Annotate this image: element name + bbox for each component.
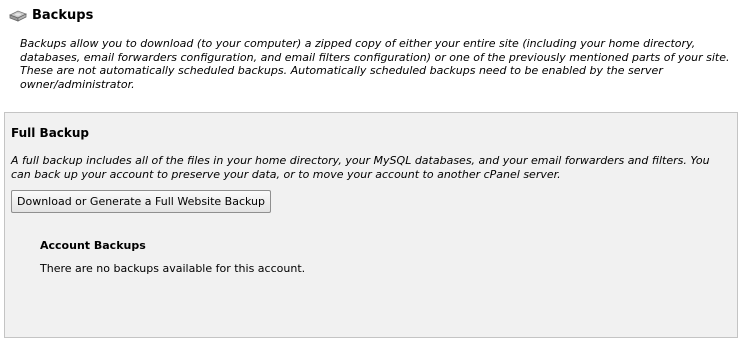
backups-header: Backups bbox=[8, 6, 93, 24]
account-backups-title: Account Backups bbox=[40, 239, 146, 252]
full-backup-description: A full backup includes all of the files … bbox=[11, 154, 710, 181]
hard-drive-icon bbox=[8, 6, 28, 24]
backups-description: Backups allow you to download (to your c… bbox=[20, 37, 730, 91]
full-backup-button[interactable]: Download or Generate a Full Website Back… bbox=[11, 190, 272, 213]
full-backup-panel: Full Backup A full backup includes all o… bbox=[4, 112, 738, 338]
no-backups-message: There are no backups available for this … bbox=[40, 262, 306, 275]
full-backup-title: Full Backup bbox=[11, 126, 90, 140]
page-title: Backups bbox=[32, 7, 94, 23]
